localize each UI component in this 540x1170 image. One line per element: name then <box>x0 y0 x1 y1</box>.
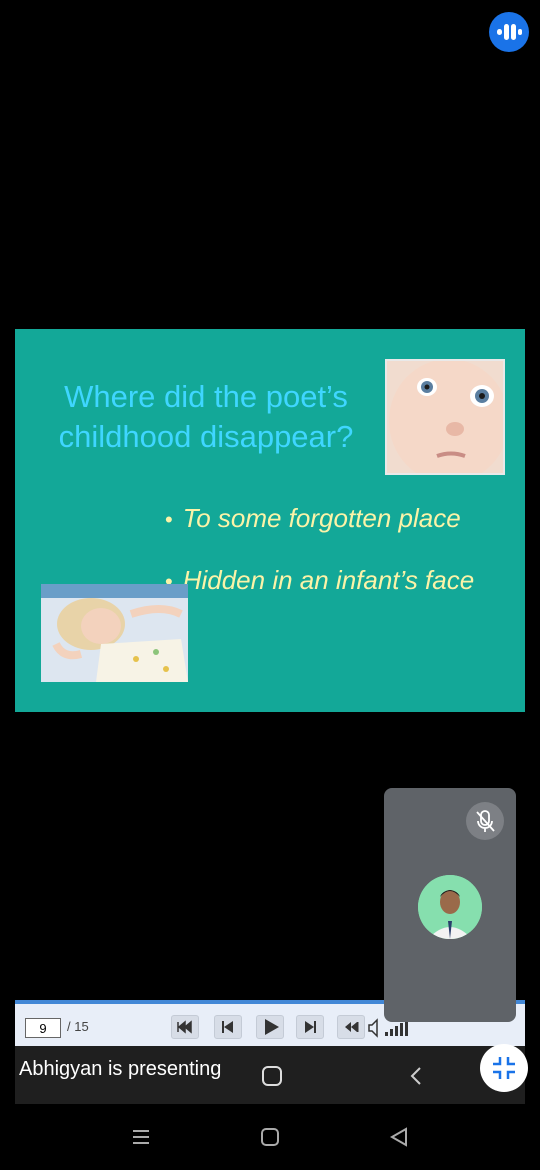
sleeping-baby-image <box>41 584 188 682</box>
next-slide-button[interactable] <box>296 1015 324 1039</box>
meet-logo-icon[interactable] <box>489 12 529 52</box>
exit-fullscreen-icon[interactable] <box>480 1044 528 1092</box>
avatar <box>418 875 482 939</box>
presentation-slide: Where did the poet’s childhood disappear… <box>15 329 525 712</box>
system-navigation-bar <box>0 1104 540 1170</box>
participant-tile[interactable] <box>384 788 516 1022</box>
first-slide-button[interactable] <box>171 1015 199 1039</box>
bullet-text: To some forgotten place <box>182 503 461 533</box>
stop-presenting-icon[interactable] <box>261 1065 283 1092</box>
mic-off-icon <box>466 802 504 840</box>
presenting-banner: Abhigyan is presenting <box>15 1046 525 1104</box>
back-icon[interactable] <box>407 1065 425 1092</box>
slide-bullet-1: • To some forgotten place <box>165 503 461 534</box>
slide-title: Where did the poet’s childhood disappear… <box>58 379 354 454</box>
home-icon[interactable] <box>259 1126 281 1153</box>
last-slide-button[interactable] <box>337 1015 365 1039</box>
previous-slide-button[interactable] <box>214 1015 242 1039</box>
baby-face-image <box>385 359 505 475</box>
page-number-input[interactable]: 9 <box>25 1018 61 1038</box>
bullet-text: Hidden in an infant’s face <box>182 565 475 595</box>
play-button[interactable] <box>256 1015 284 1039</box>
bullet-dot: • <box>165 507 173 532</box>
recents-icon[interactable] <box>130 1126 152 1153</box>
presenter-label: Abhigyan is presenting <box>19 1058 222 1080</box>
page-total-label: / 15 <box>67 1019 89 1034</box>
slide-bullet-2: • Hidden in an infant’s face <box>165 565 474 596</box>
nav-back-icon[interactable] <box>388 1126 410 1153</box>
